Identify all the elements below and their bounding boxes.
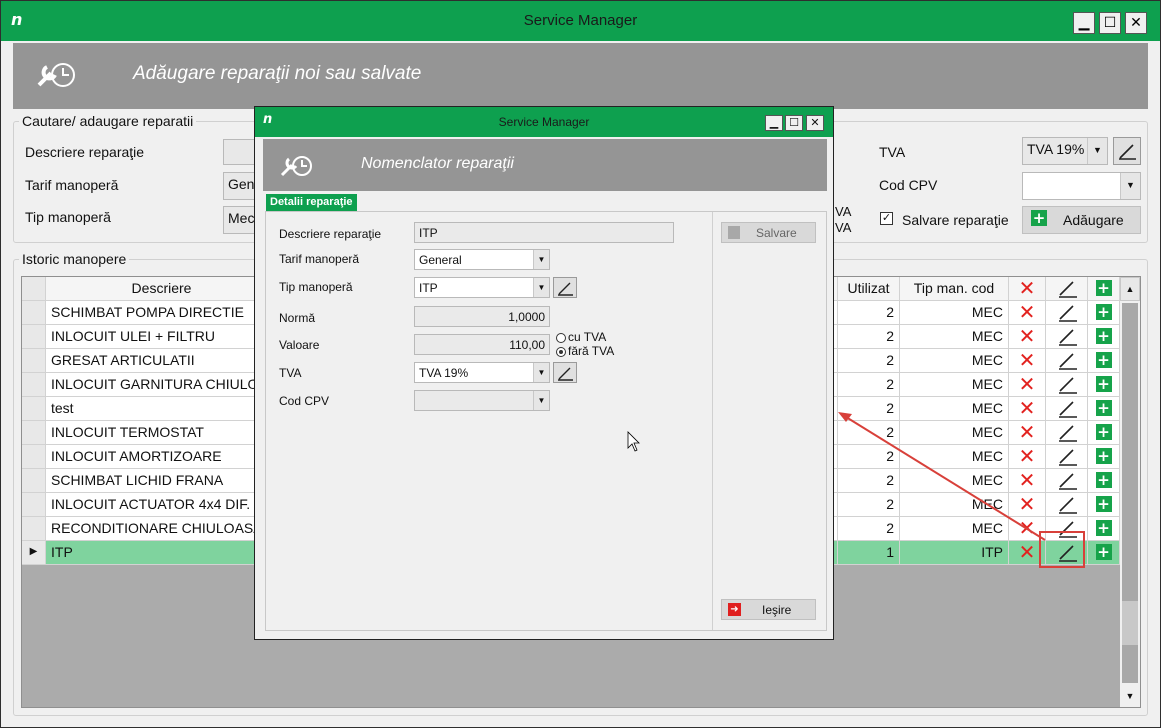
mouse-cursor-icon [627,431,640,452]
annotation-highlight-box [1039,531,1085,568]
annotation-arrow [845,416,1046,541]
annotation-overlay [627,412,1085,568]
